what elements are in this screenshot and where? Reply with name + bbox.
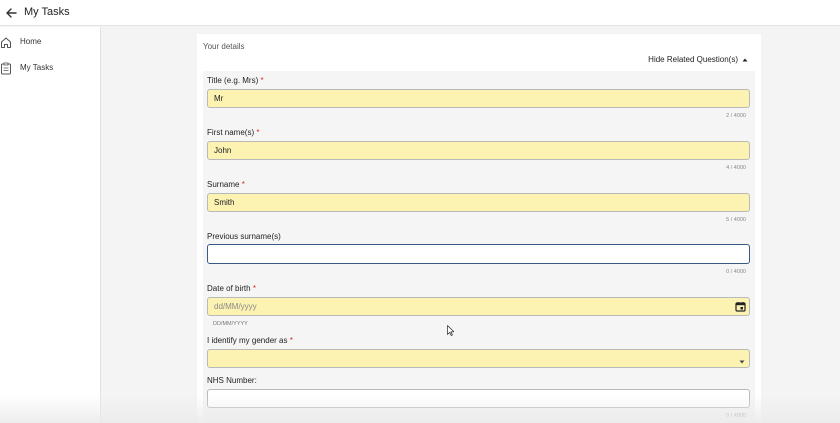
nhs-number-char-counter: 0 / 4000 bbox=[726, 413, 746, 419]
required-marker: * bbox=[241, 180, 245, 189]
required-marker: * bbox=[289, 336, 293, 345]
surname-value: Smith bbox=[214, 198, 235, 207]
back-arrow-icon[interactable] bbox=[2, 4, 20, 22]
hide-related-questions-toggle[interactable]: Hide Related Question(s) bbox=[648, 55, 748, 64]
clipboard-icon bbox=[0, 62, 12, 75]
gender-label: I identify my gender as * bbox=[207, 336, 293, 345]
related-questions-panel: Title (e.g. Mrs) * Mr 2 / 4000 First nam… bbox=[203, 71, 755, 423]
title-value: Mr bbox=[214, 94, 224, 103]
dob-input[interactable]: dd/MM/yyyy bbox=[207, 297, 750, 316]
title-label: Title (e.g. Mrs) * bbox=[207, 76, 264, 85]
first-name-char-counter: 4 / 4000 bbox=[726, 165, 746, 171]
gender-select[interactable] bbox=[207, 349, 750, 368]
caret-up-icon bbox=[742, 58, 748, 61]
first-name-label: First name(s) * bbox=[207, 128, 260, 137]
sidebar-item-my-tasks[interactable]: My Tasks bbox=[0, 58, 101, 80]
previous-surname-label: Previous surname(s) bbox=[207, 232, 281, 241]
calendar-icon[interactable] bbox=[735, 301, 746, 312]
required-marker: * bbox=[256, 128, 260, 137]
sidebar-item-home[interactable]: Home bbox=[0, 32, 101, 54]
page-title: My Tasks bbox=[24, 6, 70, 18]
nhs-number-label: NHS Number: bbox=[207, 376, 257, 385]
mouse-pointer-icon bbox=[447, 323, 455, 336]
first-name-input[interactable]: John bbox=[207, 141, 750, 160]
toggle-label: Hide Related Question(s) bbox=[648, 55, 738, 64]
title-char-counter: 2 / 4000 bbox=[726, 113, 746, 119]
surname-input[interactable]: Smith bbox=[207, 193, 750, 212]
nhs-number-input[interactable] bbox=[207, 389, 750, 408]
chevron-down-icon bbox=[739, 357, 745, 364]
required-marker: * bbox=[252, 284, 256, 293]
details-card: Your details Hide Related Question(s) Ti… bbox=[197, 34, 761, 423]
section-title: Your details bbox=[203, 42, 245, 51]
first-name-value: John bbox=[214, 146, 232, 155]
sidebar: Home My Tasks bbox=[0, 27, 101, 423]
title-input[interactable]: Mr bbox=[207, 89, 750, 108]
required-marker: * bbox=[260, 76, 264, 85]
surname-char-counter: 5 / 4000 bbox=[726, 217, 746, 223]
dob-placeholder: dd/MM/yyyy bbox=[214, 302, 257, 311]
previous-surname-char-counter: 0 / 4000 bbox=[726, 269, 746, 275]
surname-label: Surname * bbox=[207, 180, 245, 189]
previous-surname-input[interactable] bbox=[207, 244, 750, 264]
sidebar-item-label: Home bbox=[20, 37, 42, 46]
home-icon bbox=[0, 36, 12, 49]
top-bar: My Tasks bbox=[0, 0, 840, 26]
sidebar-item-label: My Tasks bbox=[20, 63, 54, 72]
dob-format-hint: DD/MM/YYYY bbox=[213, 321, 248, 327]
dob-label: Date of birth * bbox=[207, 284, 256, 293]
